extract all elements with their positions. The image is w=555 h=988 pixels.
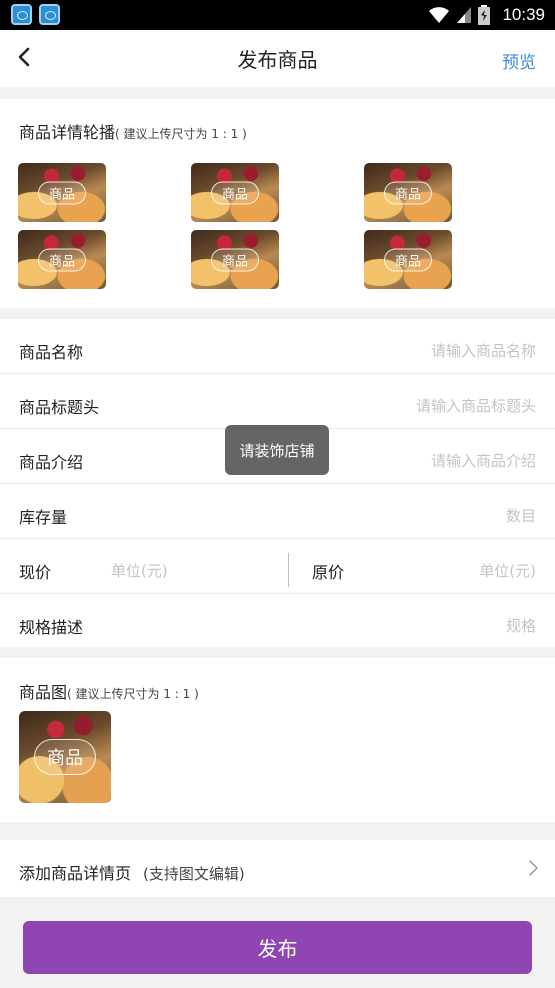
intro-label: 商品介绍	[19, 453, 84, 472]
headline-row[interactable]: 商品标题头 请输入商品标题头	[0, 374, 555, 429]
signal-icon	[457, 7, 472, 23]
thumb-label: 商品	[37, 181, 87, 204]
carousel-thumb[interactable]: 商品	[364, 163, 452, 222]
chevron-right-icon	[529, 860, 538, 876]
stock-row[interactable]: 库存量 数目	[0, 484, 555, 539]
name-label: 商品名称	[19, 343, 84, 362]
status-bar: 10:39	[0, 0, 555, 30]
product-image-hint: ( 建议上传尺寸为 1 : 1 )	[67, 687, 199, 701]
thumb-label: 商品	[383, 181, 433, 204]
current-price-label: 现价	[19, 563, 52, 582]
thumb-label: 商品	[383, 248, 433, 271]
add-detail-page-row[interactable]: 添加商品详情页 (支持图文编辑)	[0, 840, 555, 897]
app-notification-icon	[39, 4, 60, 25]
battery-icon	[478, 5, 491, 25]
wifi-icon	[429, 7, 450, 23]
stock-input[interactable]: 数目	[506, 505, 536, 526]
carousel-thumb[interactable]: 商品	[18, 230, 106, 289]
carousel-thumb[interactable]: 商品	[18, 163, 106, 222]
carousel-section: 商品详情轮播( 建议上传尺寸为 1 : 1 ) 商品 商品 商品 商品 商品 商…	[0, 99, 555, 308]
carousel-title-text: 商品详情轮播	[19, 123, 116, 142]
toast-message: 请装饰店铺	[225, 425, 329, 475]
thumb-label: 商品	[34, 739, 96, 775]
intro-input[interactable]: 请输入商品介绍	[431, 450, 536, 471]
detail-page-note: (支持图文编辑)	[143, 865, 245, 883]
original-price-label: 原价	[312, 563, 345, 582]
current-price-input[interactable]: 单位(元)	[111, 560, 168, 581]
name-input[interactable]: 请输入商品名称	[431, 340, 536, 361]
carousel-thumb[interactable]: 商品	[364, 230, 452, 289]
product-image-section: 商品图( 建议上传尺寸为 1 : 1 ) 商品	[0, 658, 555, 822]
headline-label: 商品标题头	[19, 398, 100, 417]
thumb-label: 商品	[210, 248, 260, 271]
preview-button[interactable]: 预览	[502, 48, 536, 73]
carousel-hint: ( 建议上传尺寸为 1 : 1 )	[115, 127, 247, 141]
page-title: 发布商品	[237, 48, 318, 72]
product-image-title: 商品图( 建议上传尺寸为 1 : 1 )	[19, 679, 199, 703]
detail-page-label-text: 添加商品详情页	[19, 864, 132, 883]
original-price-input[interactable]: 单位(元)	[479, 560, 536, 581]
nav-bar: 发布商品 预览	[0, 30, 555, 87]
chevron-left-icon[interactable]	[14, 46, 36, 68]
status-time: 10:39	[502, 5, 545, 24]
publish-button[interactable]: 发布	[23, 921, 532, 974]
carousel-title: 商品详情轮播( 建议上传尺寸为 1 : 1 )	[19, 119, 247, 143]
detail-page-label: 添加商品详情页 (支持图文编辑)	[19, 860, 245, 884]
app-notification-icon	[11, 4, 32, 25]
headline-input[interactable]: 请输入商品标题头	[416, 395, 536, 416]
spec-input[interactable]: 规格	[506, 615, 536, 636]
carousel-thumb[interactable]: 商品	[191, 230, 279, 289]
spec-row[interactable]: 规格描述 规格	[0, 594, 555, 649]
stock-label: 库存量	[19, 508, 68, 527]
price-row: 现价 单位(元) 原价 单位(元)	[0, 539, 555, 594]
thumb-label: 商品	[37, 248, 87, 271]
product-image-title-text: 商品图	[19, 683, 68, 702]
thumb-label: 商品	[210, 181, 260, 204]
product-form: 商品名称 请输入商品名称 商品标题头 请输入商品标题头 商品介绍 请输入商品介绍…	[0, 319, 555, 647]
spec-label: 规格描述	[19, 618, 84, 637]
name-row[interactable]: 商品名称 请输入商品名称	[0, 319, 555, 374]
carousel-thumb[interactable]: 商品	[191, 163, 279, 222]
price-divider	[288, 553, 289, 587]
product-image-thumb[interactable]: 商品	[19, 711, 111, 803]
